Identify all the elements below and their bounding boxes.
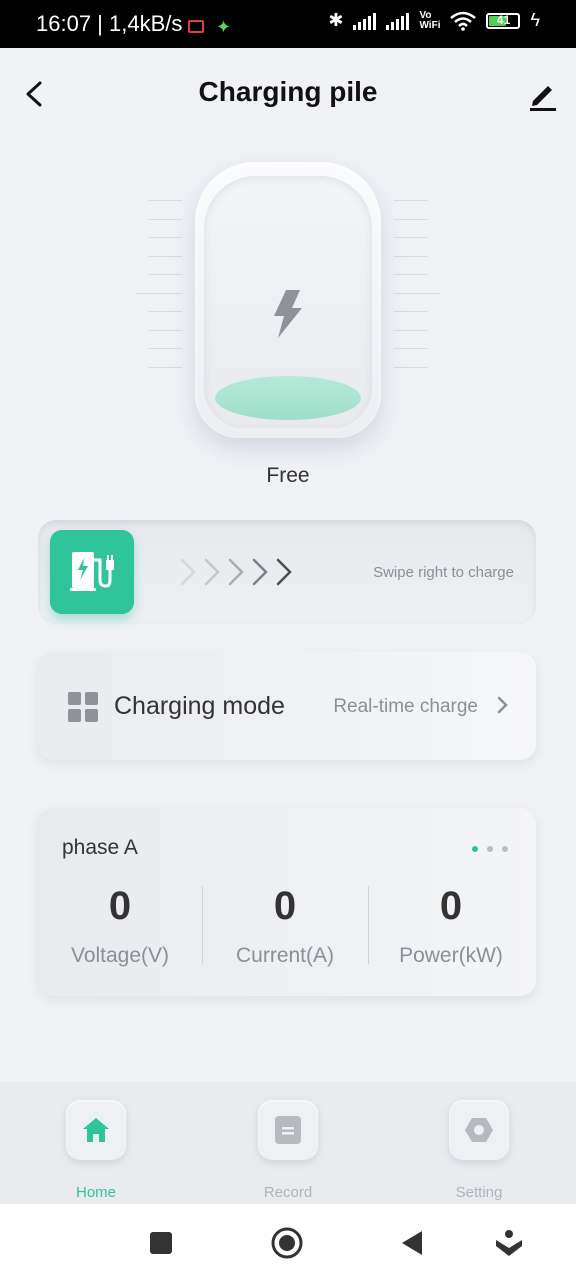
page-title: Charging pile xyxy=(198,76,378,107)
chevron-right-icon xyxy=(276,558,292,586)
chevron-right-icon xyxy=(228,558,244,586)
assistant-icon[interactable] xyxy=(492,1226,526,1260)
grid-icon xyxy=(68,692,98,722)
nav-label-record: Record xyxy=(263,1184,313,1201)
wifi-icon xyxy=(450,11,477,31)
nav-label-setting: Setting xyxy=(455,1184,503,1201)
screen-record-icon xyxy=(188,20,204,33)
home-icon xyxy=(83,1118,109,1142)
power-metric: 0 Power(kW) xyxy=(369,884,533,968)
current-label: Current(A) xyxy=(235,944,335,967)
voltage-metric: 0 Voltage(V) xyxy=(38,884,202,968)
charge-level-liquid xyxy=(215,376,361,420)
pile-status: Free xyxy=(266,464,310,487)
signal-icon-2 xyxy=(386,12,410,30)
pinwheel-icon: ✦ xyxy=(216,17,232,37)
page-dot xyxy=(487,846,493,852)
record-icon xyxy=(275,1116,301,1144)
nav-item-record[interactable]: Record xyxy=(243,1100,333,1201)
clock: 16:07 xyxy=(36,11,92,36)
voltage-value: 0 xyxy=(108,884,132,928)
current-value: 0 xyxy=(273,884,297,928)
scale-ticks-left xyxy=(136,200,182,385)
bluetooth-icon: ✱ xyxy=(328,10,344,30)
charging-bolt-icon: ϟ xyxy=(530,10,540,30)
chevron-right-icon xyxy=(180,558,196,586)
swipe-to-charge-track[interactable]: Swipe right to charge xyxy=(38,520,536,624)
scale-ticks-right xyxy=(394,200,440,385)
nav-home-button[interactable] xyxy=(66,1100,126,1160)
bottom-nav: Home Record Setting xyxy=(0,1082,576,1204)
phase-title: phase A xyxy=(62,836,138,859)
voltage-label: Voltage(V) xyxy=(70,944,170,967)
current-metric: 0 Current(A) xyxy=(203,884,367,968)
nav-item-setting[interactable]: Setting xyxy=(434,1100,524,1201)
chevron-right-icon xyxy=(204,558,220,586)
nav-label-home: Home xyxy=(75,1184,116,1201)
vowifi-icon: Vo WiFi xyxy=(419,10,441,31)
swipe-hint-text: Swipe right to charge xyxy=(373,564,514,581)
charging-mode-row[interactable]: Charging mode Real-time charge xyxy=(38,652,536,760)
page-dot xyxy=(502,846,508,852)
power-value: 0 xyxy=(439,884,463,928)
nav-record-button[interactable] xyxy=(258,1100,318,1160)
nav-item-home[interactable]: Home xyxy=(51,1100,141,1201)
signal-icon xyxy=(353,12,377,30)
page-dot-active xyxy=(472,846,478,852)
edit-icon[interactable] xyxy=(524,74,560,114)
net-speed: 1,4kB/s xyxy=(109,11,183,36)
status-bar: 16:07 | 1,4kB/s ✦ ✱ Vo WiFi 41 ϟ xyxy=(0,0,576,48)
power-label: Power(kW) xyxy=(399,944,503,967)
home-circle-icon[interactable] xyxy=(270,1226,304,1260)
charger-plug-icon xyxy=(70,552,114,591)
charging-mode-value: Real-time charge xyxy=(333,696,478,717)
back-triangle-icon[interactable] xyxy=(396,1226,430,1260)
battery-icon: 41 xyxy=(486,12,521,29)
swipe-chevrons xyxy=(178,552,294,592)
battery-level: 41 xyxy=(496,12,511,27)
page-indicator[interactable] xyxy=(472,846,508,852)
chevron-right-icon xyxy=(252,558,268,586)
status-icons: ✱ Vo WiFi 41 ϟ xyxy=(328,10,540,31)
lightning-bolt-icon xyxy=(274,290,302,338)
recents-square-icon[interactable] xyxy=(144,1226,178,1260)
nav-setting-button[interactable] xyxy=(449,1100,509,1160)
system-nav-bar xyxy=(0,1204,576,1280)
chevron-right-icon xyxy=(497,696,508,714)
vowifi-bottom: WiFi xyxy=(419,19,441,31)
status-time: 16:07 | 1,4kB/s xyxy=(36,11,183,36)
charging-mode-label: Charging mode xyxy=(114,692,285,720)
phase-metrics-card[interactable]: phase A 0 Voltage(V) 0 Current(A) 0 Powe… xyxy=(38,808,536,996)
setting-icon xyxy=(465,1118,493,1142)
swipe-handle[interactable] xyxy=(50,530,134,614)
